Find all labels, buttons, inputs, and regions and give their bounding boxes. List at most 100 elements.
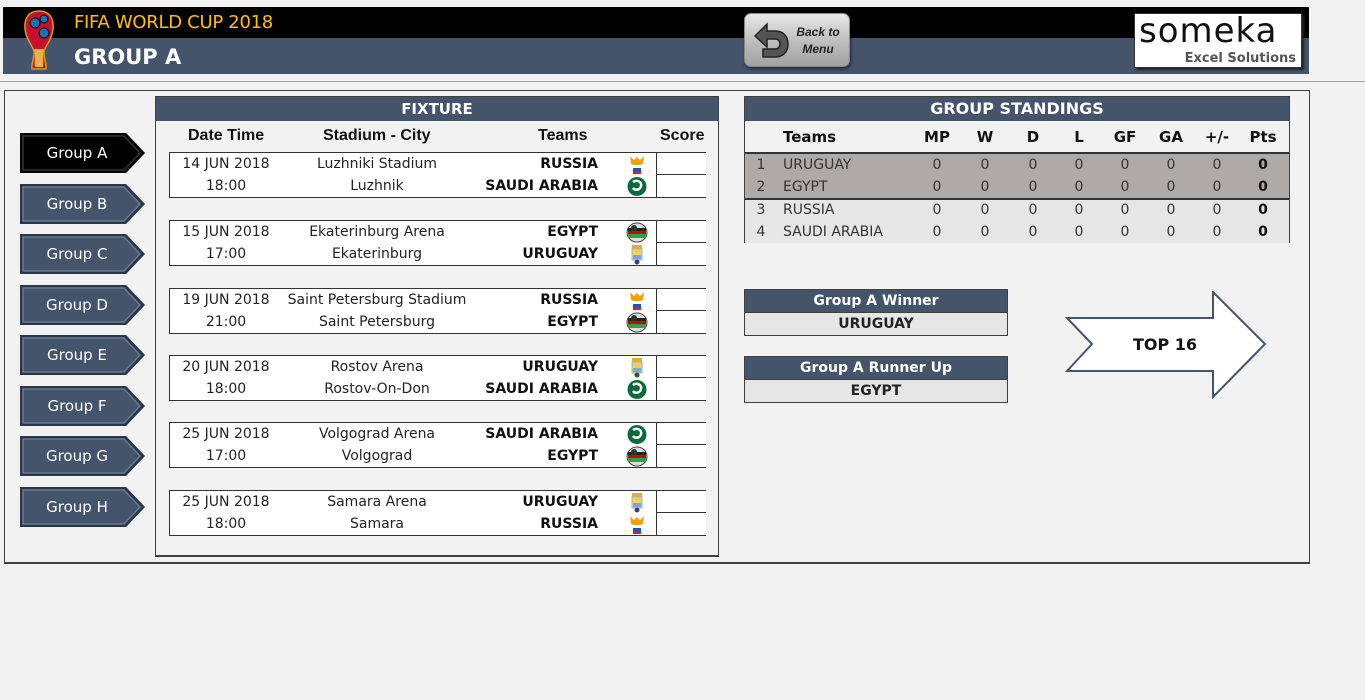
match-away-team: URUGUAY: [522, 246, 598, 262]
uruguay-crest-icon: [626, 492, 648, 513]
group-button-d[interactable]: Group D: [19, 284, 146, 326]
back-button-label-line1: Back to: [796, 25, 840, 39]
standing-w: 0: [980, 157, 990, 173]
standing-w: 0: [980, 179, 990, 195]
standing-position: 3: [756, 202, 766, 218]
back-to-menu-button[interactable]: Back to Menu: [744, 13, 850, 67]
home-score-input[interactable]: [656, 356, 706, 378]
match-away-team: SAUDI ARABIA: [485, 381, 598, 397]
match-stadium: Ekaterinburg Arena: [309, 224, 445, 240]
standing-team: RUSSIA: [783, 202, 835, 218]
match-row: 25 JUN 2018 17:00 Volgograd Arena Volgograd…: [169, 422, 706, 468]
standing-l: 0: [1074, 179, 1084, 195]
group-button-c[interactable]: Group C: [19, 233, 146, 275]
group-button-h[interactable]: Group H: [19, 486, 146, 528]
match-home-team: SAUDI ARABIA: [485, 426, 598, 442]
group-button-label: Group B: [46, 195, 108, 213]
logo-tagline: Excel Solutions: [1184, 51, 1296, 66]
match-stadium: Volgograd Arena: [318, 426, 436, 442]
match-stadium: Saint Petersburg Stadium: [287, 292, 467, 308]
match-stadium: Luzhniki Stadium: [316, 156, 438, 172]
match-away-team: RUSSIA: [540, 516, 598, 532]
group-button-a[interactable]: Group A: [19, 132, 146, 174]
home-score-input[interactable]: [656, 153, 706, 175]
match-home-team: URUGUAY: [522, 494, 598, 510]
col-header-stadium-city: Stadium - City: [323, 127, 431, 144]
group-winner-box: Group A Winner URUGUAY: [744, 289, 1008, 336]
match-away-team: EGYPT: [547, 314, 598, 330]
match-row: 19 JUN 2018 21:00 Saint Petersburg Stadium…: [169, 288, 706, 334]
group-button-e[interactable]: Group E: [19, 334, 146, 376]
standing-diff: 0: [1212, 224, 1222, 240]
saudi-arabia-crest-icon: [626, 424, 648, 445]
group-button-f[interactable]: Group F: [19, 385, 146, 427]
standings-col-header: GF: [1113, 128, 1137, 146]
standing-mp: 0: [932, 224, 942, 240]
home-score-input[interactable]: [656, 289, 706, 311]
away-score-input[interactable]: [656, 378, 706, 400]
match-time: 17:00: [205, 246, 247, 262]
top16-button[interactable]: TOP 16: [1064, 289, 1267, 400]
standing-team: URUGUAY: [783, 157, 852, 173]
standing-w: 0: [980, 202, 990, 218]
standing-pts: 0: [1258, 157, 1268, 173]
logo-brand: someka: [1139, 11, 1278, 51]
away-score-input[interactable]: [656, 513, 706, 535]
group-winner-label: Group A Winner: [745, 290, 1007, 312]
group-button-label: Group F: [47, 397, 107, 415]
match-time: 17:00: [205, 448, 247, 464]
standings-row: 4 SAUDI ARABIA 0 0 0 0 0 0 0 0: [745, 221, 1289, 243]
uruguay-crest-icon: [626, 244, 648, 265]
standing-pts: 0: [1258, 224, 1268, 240]
standing-diff: 0: [1212, 157, 1222, 173]
away-score-input[interactable]: [656, 243, 706, 265]
standing-ga: 0: [1166, 224, 1176, 240]
home-score-input[interactable]: [656, 491, 706, 513]
match-date: 14 JUN 2018: [182, 156, 270, 172]
match-date: 25 JUN 2018: [182, 426, 270, 442]
standing-team: EGYPT: [783, 179, 828, 195]
match-home-team: EGYPT: [547, 224, 598, 240]
standing-gf: 0: [1120, 202, 1130, 218]
away-score-input[interactable]: [656, 445, 706, 467]
match-row: 25 JUN 2018 18:00 Samara Arena Samara URUGUA…: [169, 490, 706, 536]
match-home-team: RUSSIA: [540, 292, 598, 308]
group-button-b[interactable]: Group B: [19, 183, 146, 225]
top16-label: TOP 16: [1132, 335, 1198, 354]
standing-l: 0: [1074, 224, 1084, 240]
group-button-label: Group E: [47, 346, 107, 364]
standing-ga: 0: [1166, 157, 1176, 173]
away-score-input[interactable]: [656, 311, 706, 333]
header-divider: [0, 81, 1365, 82]
match-time: 18:00: [205, 516, 247, 532]
standing-w: 0: [980, 224, 990, 240]
match-away-team: SAUDI ARABIA: [485, 178, 598, 194]
group-button-label: Group A: [46, 144, 108, 162]
match-city: Samara: [349, 516, 405, 532]
match-time: 18:00: [205, 381, 247, 397]
match-time: 21:00: [205, 314, 247, 330]
group-button-g[interactable]: Group G: [19, 435, 146, 477]
standings-col-header: W: [976, 128, 994, 146]
standing-position: 2: [756, 179, 766, 195]
standings-col-header: MP: [924, 128, 950, 146]
standings-row: 3 RUSSIA 0 0 0 0 0 0 0 0: [745, 199, 1289, 221]
home-score-input[interactable]: [656, 423, 706, 445]
undo-arrow-icon: [753, 22, 789, 58]
away-score-input[interactable]: [656, 175, 706, 197]
group-runner-up-value: EGYPT: [745, 379, 1007, 402]
standing-l: 0: [1074, 202, 1084, 218]
match-away-team: EGYPT: [547, 448, 598, 464]
col-header-score: Score: [660, 127, 705, 144]
saudi-arabia-crest-icon: [626, 176, 648, 197]
group-runner-up-box: Group A Runner Up EGYPT: [744, 356, 1008, 403]
home-score-input[interactable]: [656, 221, 706, 243]
standings-col-header: D: [1026, 128, 1040, 146]
standing-diff: 0: [1212, 202, 1222, 218]
standings-col-header: GA: [1159, 128, 1183, 146]
egypt-crest-icon: [626, 222, 648, 243]
standings-col-header: Pts: [1249, 128, 1277, 146]
standing-position: 4: [756, 224, 766, 240]
uruguay-crest-icon: [626, 357, 648, 378]
world-cup-trophy-icon: [24, 10, 54, 70]
